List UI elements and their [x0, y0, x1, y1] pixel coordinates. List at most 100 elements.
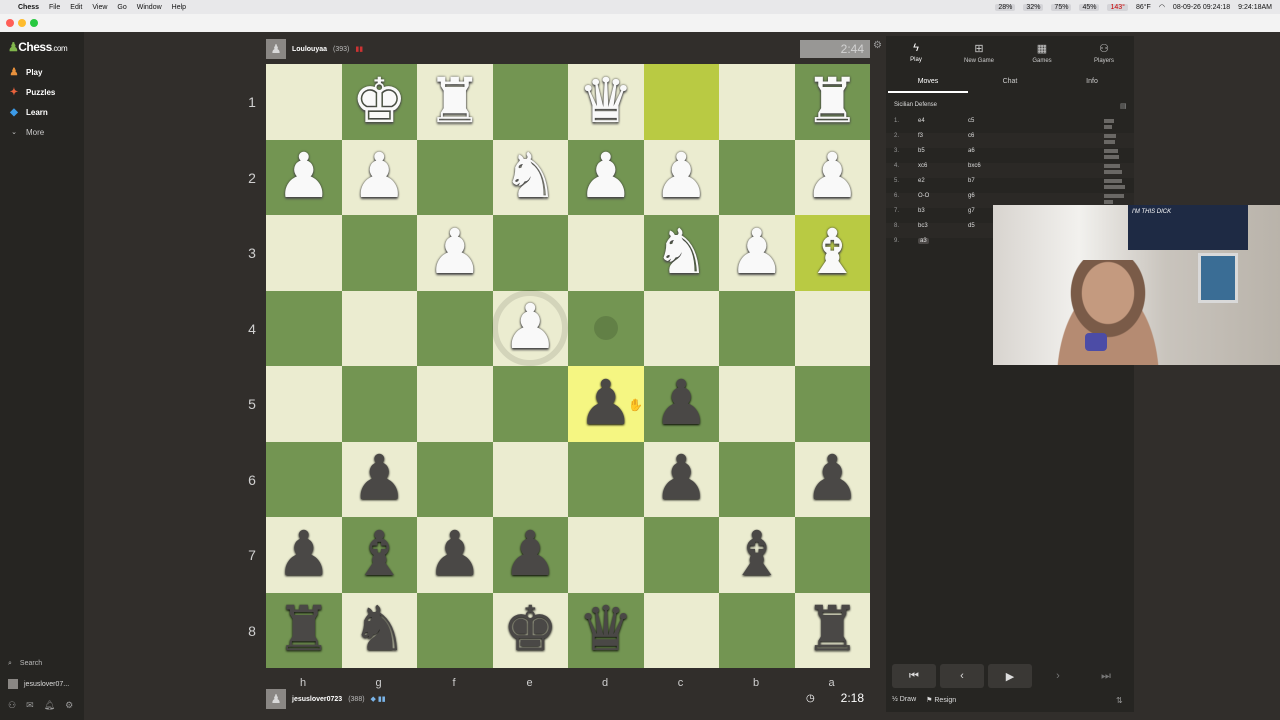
square-e2[interactable]: ♞ [492, 139, 568, 215]
square-h1[interactable] [266, 64, 342, 140]
app-menu[interactable]: Chess [18, 4, 39, 11]
menubar-clock[interactable]: 9:24:18AM [1238, 4, 1272, 11]
opponent-avatar[interactable]: ♟ [266, 39, 286, 59]
close-window-icon[interactable] [6, 19, 14, 27]
subtab-moves[interactable]: Moves [888, 78, 968, 85]
square-e7[interactable]: ♟ [492, 517, 568, 593]
chessboard[interactable]: ♚ ♜ ♛ ♜ ♟ ♟ ♞ ♟ ♟ ♟ ♟ ♞ ♟ ♝ ♟ ♟ ♟ ♟ ♟ ♟ ♟ ♝ ♟ ♟ ♝ ♜ ♞ ♚ ♛ ♜ [266, 64, 870, 668]
flip-board-icon[interactable]: ⇅ [1116, 696, 1123, 705]
wifi-icon[interactable]: ◠ [1159, 3, 1165, 11]
player-name[interactable]: jesuslover0723 [292, 696, 342, 703]
square-e5[interactable] [492, 366, 568, 442]
menu-view[interactable]: View [92, 4, 107, 11]
square-f5[interactable] [417, 366, 493, 442]
square-g7[interactable]: ♝ [341, 517, 417, 593]
white-move[interactable]: a3 [918, 238, 929, 244]
menu-help[interactable]: Help [172, 4, 186, 11]
subtab-chat[interactable]: Chat [970, 78, 1050, 85]
draw-button[interactable]: ½ Draw [892, 696, 916, 704]
square-h4[interactable] [266, 290, 342, 366]
square-f2[interactable] [417, 139, 493, 215]
menu-go[interactable]: Go [117, 4, 126, 11]
square-d3[interactable] [568, 215, 644, 291]
opening-name[interactable]: Sicilian Defense [894, 102, 937, 108]
notifications-icon[interactable]: 🔔︎ [44, 700, 55, 711]
black-pawn-icon[interactable]: ♟ [351, 448, 407, 510]
square-h2[interactable]: ♟ [266, 139, 342, 215]
black-move[interactable]: a6 [968, 148, 975, 154]
square-b4[interactable] [719, 290, 795, 366]
square-a4[interactable] [794, 290, 870, 366]
tab-play[interactable]: ϟ Play [886, 42, 946, 63]
play-moves-button[interactable]: ▶ [988, 664, 1032, 688]
board-settings-icon[interactable]: ⚙ [873, 40, 882, 51]
square-c1[interactable] [643, 64, 719, 140]
menu-file[interactable]: File [49, 4, 60, 11]
square-d4[interactable] [568, 290, 644, 366]
black-move[interactable]: c5 [968, 118, 974, 124]
white-move[interactable]: bc3 [918, 223, 928, 229]
cpu-stat[interactable]: 32% [1023, 3, 1044, 11]
black-pawn-icon[interactable]: ♟ [502, 523, 558, 586]
white-move[interactable]: e4 [918, 118, 925, 124]
square-a2[interactable]: ♟ [794, 139, 870, 215]
white-pawn-icon[interactable]: ♟ [653, 146, 709, 208]
friends-icon[interactable]: ⚇ [8, 700, 16, 711]
white-rook-icon[interactable]: ♜ [804, 70, 860, 133]
temp-stat[interactable]: 143° [1107, 3, 1128, 11]
square-g6[interactable]: ♟ [341, 441, 417, 517]
menu-edit[interactable]: Edit [70, 4, 82, 11]
battery-stat[interactable]: 28% [995, 3, 1016, 11]
black-king-icon[interactable]: ♚ [502, 599, 558, 661]
white-queen-icon[interactable]: ♛ [578, 70, 634, 133]
black-bishop-icon[interactable]: ♝ [351, 523, 407, 586]
square-b6[interactable] [719, 441, 795, 517]
white-pawn-icon[interactable]: ♟ [502, 297, 558, 359]
square-g5[interactable] [341, 366, 417, 442]
white-pawn-icon[interactable]: ♟ [427, 221, 483, 284]
black-pawn-icon[interactable]: ♟ [653, 448, 709, 510]
black-pawn-icon[interactable]: ♟ [427, 523, 483, 586]
opponent-name[interactable]: Loulouyaa [292, 46, 327, 53]
square-g1[interactable]: ♚ [341, 64, 417, 140]
tab-games[interactable]: ▦ Games [1012, 42, 1072, 64]
white-move[interactable]: e2 [918, 178, 925, 184]
square-g4[interactable] [341, 290, 417, 366]
sidebar-item-more[interactable]: ⌄ More [8, 126, 44, 138]
square-e3[interactable] [492, 215, 568, 291]
black-move[interactable]: g6 [968, 193, 975, 199]
square-f4[interactable] [417, 290, 493, 366]
square-e4[interactable]: ♟ [492, 290, 569, 367]
chess-logo[interactable]: ♟Chess.com [8, 40, 68, 54]
square-f3[interactable]: ♟ [417, 215, 493, 291]
white-pawn-icon[interactable]: ♟ [804, 146, 860, 208]
square-a1[interactable]: ♜ [794, 64, 870, 140]
black-bishop-icon[interactable]: ♝ [729, 523, 785, 586]
white-pawn-icon[interactable]: ♟ [351, 146, 407, 208]
white-pawn-icon[interactable]: ♟ [729, 221, 785, 284]
next-move-button[interactable]: › [1036, 664, 1080, 688]
messages-icon[interactable]: ✉ [26, 700, 34, 711]
square-d1[interactable]: ♛ [568, 64, 644, 140]
square-c3[interactable]: ♞ [643, 215, 719, 291]
memory-stat[interactable]: 75% [1051, 3, 1072, 11]
white-rook-icon[interactable]: ♜ [427, 70, 483, 133]
subtab-info[interactable]: Info [1052, 78, 1132, 85]
square-f8[interactable] [417, 592, 493, 668]
white-knight-icon[interactable]: ♞ [502, 146, 558, 208]
black-pawn-icon[interactable]: ♟ [276, 523, 332, 586]
square-a7[interactable] [794, 517, 870, 593]
white-move[interactable]: O-O [918, 193, 929, 199]
square-c2[interactable]: ♟ [643, 139, 719, 215]
settings-icon[interactable]: ⚙ [65, 700, 73, 711]
white-king-icon[interactable]: ♚ [351, 70, 407, 133]
square-h6[interactable] [266, 441, 342, 517]
white-move[interactable]: b3 [918, 208, 925, 214]
white-move[interactable]: f3 [918, 133, 923, 139]
black-move[interactable]: bxc6 [968, 163, 981, 169]
square-c5[interactable]: ♟ [643, 366, 719, 442]
square-h7[interactable]: ♟ [266, 517, 342, 593]
square-c8[interactable] [643, 592, 719, 668]
square-b1[interactable] [719, 64, 795, 140]
black-move[interactable]: b7 [968, 178, 975, 184]
